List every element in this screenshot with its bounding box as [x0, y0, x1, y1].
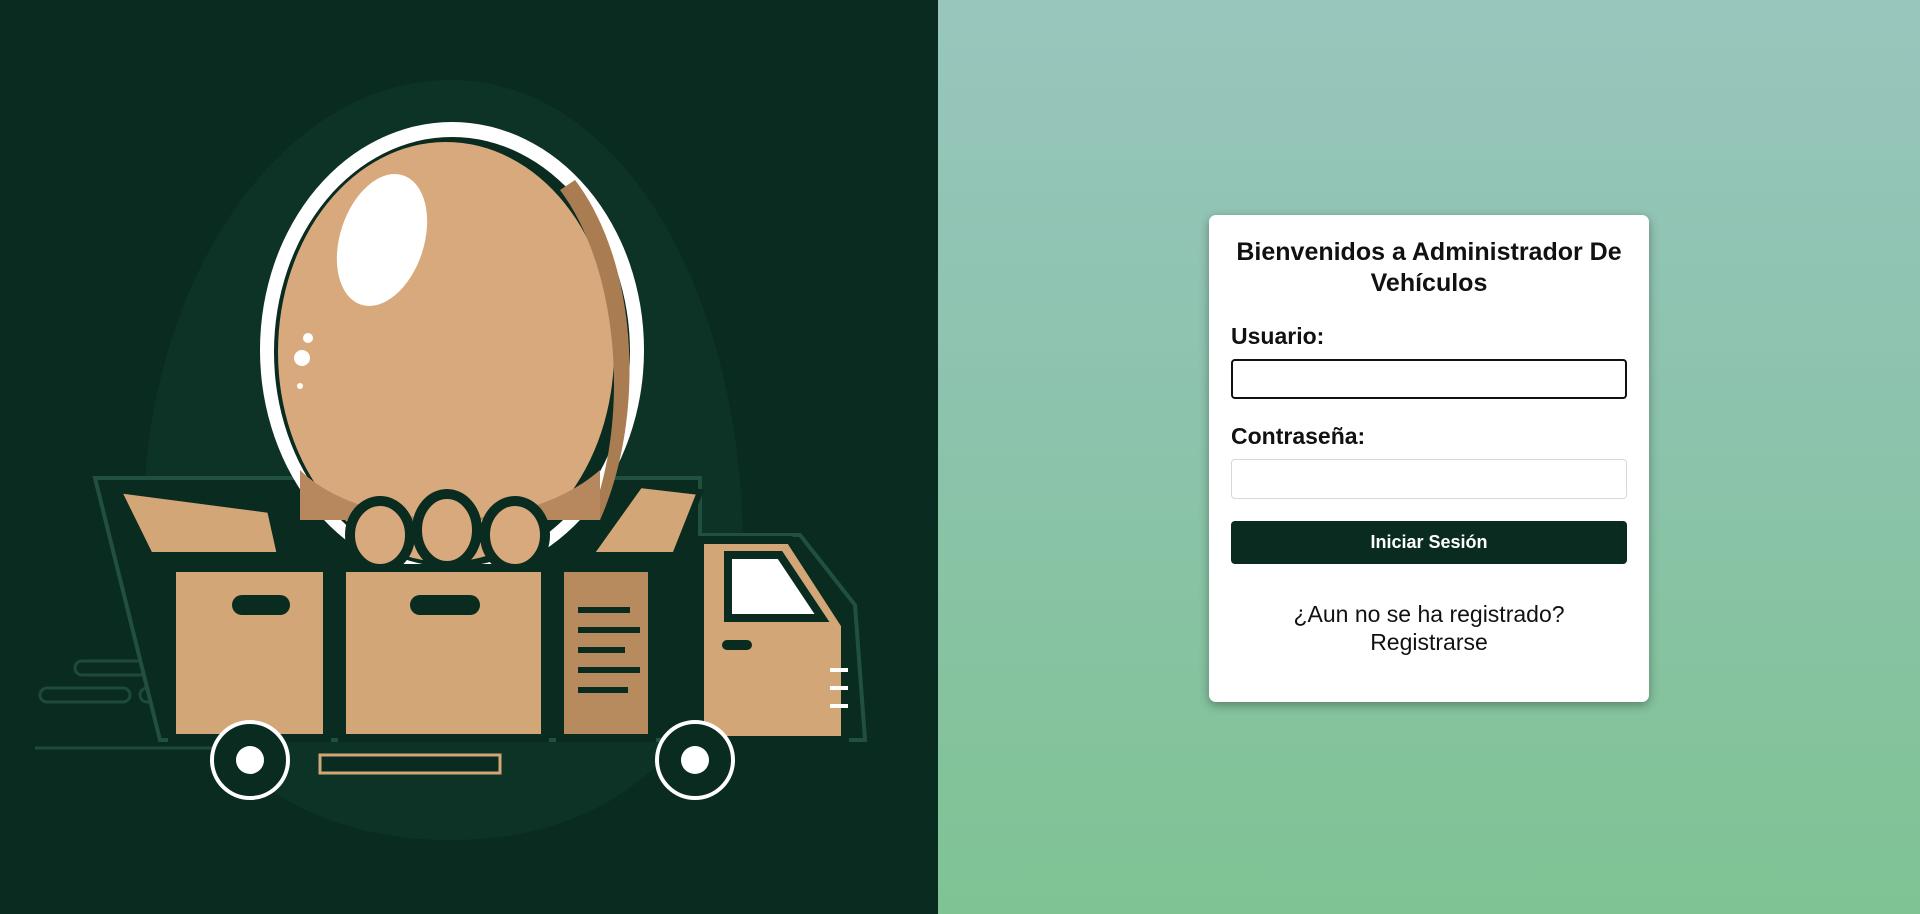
- cargo-boxes: [168, 564, 656, 742]
- register-prompt: ¿Aun no se ha registrado?: [1293, 601, 1565, 627]
- password-label: Contraseña:: [1231, 423, 1366, 449]
- username-input[interactable]: [1231, 359, 1627, 399]
- login-card: Bienvenidos a Administrador De Vehículos…: [1209, 215, 1649, 702]
- login-area: Bienvenidos a Administrador De Vehículos…: [938, 0, 1920, 914]
- username-label: Usuario:: [1231, 323, 1325, 349]
- logo-panel: [0, 0, 938, 914]
- register-link[interactable]: Registrarse: [1370, 629, 1488, 655]
- egg-delivery-truck-logo: [35, 80, 868, 840]
- register-section: ¿Aun no se ha registrado? Registrarse: [1231, 600, 1627, 656]
- password-input[interactable]: [1231, 459, 1627, 499]
- page-title: Bienvenidos a Administrador De Vehículos: [1236, 238, 1622, 297]
- login-button[interactable]: Iniciar Sesión: [1231, 521, 1627, 564]
